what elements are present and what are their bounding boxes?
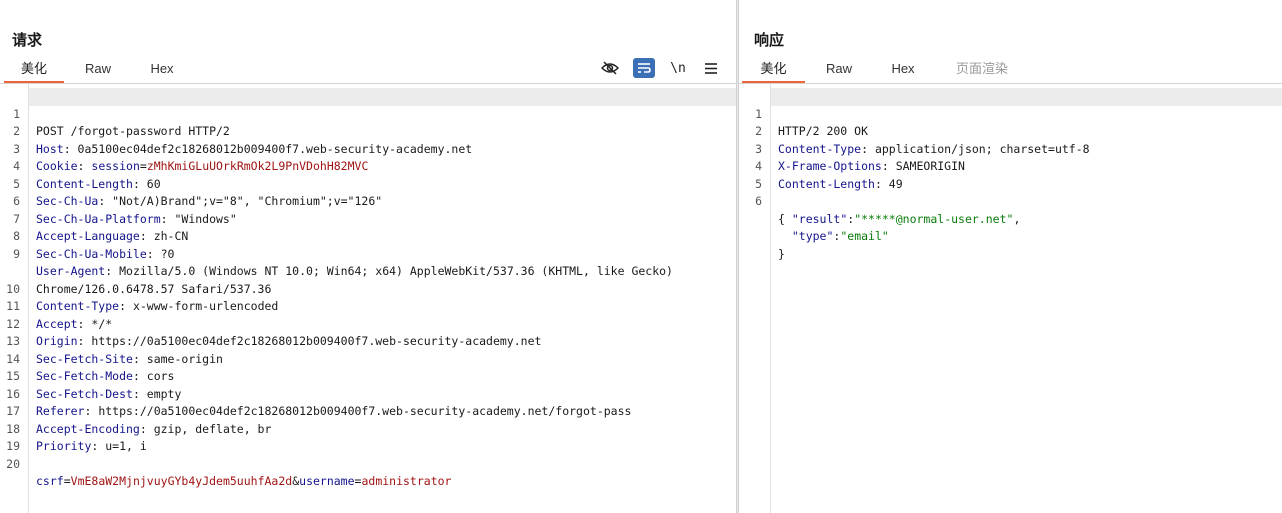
header-line: 2 Content-Type: application/json; charse… (755, 106, 1282, 156)
response-editor[interactable]: 1 HTTP/2 200 OK 2 Content-Type: applicat… (739, 84, 1282, 513)
header-line: 2 Host: 0a5100ec04def2c18268012b009400f7… (13, 106, 736, 156)
header-line: 12 Origin: https://0a5100ec04def2c182680… (6, 298, 736, 349)
request-code: 1 POST /forgot-password HTTP/2 2 Host: 0… (6, 88, 736, 489)
json-line: 6 { (755, 176, 1282, 226)
response-tabbar: 美化 Raw Hex 页面渲染 (739, 57, 1282, 84)
line-number: 9 (13, 246, 20, 261)
header-line: 9 User-Agent: Mozilla/5.0 (Windows NT 10… (13, 228, 736, 296)
response-tab-pretty[interactable]: 美化 (742, 57, 805, 83)
line-number: 18 (6, 421, 20, 436)
newline-label: \n (670, 60, 686, 76)
line-number: 4 (755, 159, 762, 173)
line-number: 14 (6, 351, 20, 366)
line-number: 1 (755, 106, 762, 121)
header-line: 16 Referer: https://0a5100ec04def2c18268… (6, 368, 736, 419)
header-line: 4 Content-Length: 60 (13, 141, 736, 191)
header-line: 5 Sec-Ch-Ua: "Not/A)Brand";v="8", "Chrom… (13, 158, 736, 209)
header-line: 3 Cookie: session=zMhKmiGLuUOrkRmOk2L9Pn… (13, 123, 736, 174)
header-line: 13 Sec-Fetch-Site: same-origin (6, 316, 736, 366)
json-line: } (771, 228, 1282, 261)
request-tab-pretty[interactable]: 美化 (4, 57, 64, 83)
line-number: 10 (6, 281, 20, 296)
status-line: 1 HTTP/2 200 OK (755, 88, 1282, 138)
line-number: 13 (6, 334, 20, 348)
word-wrap-icon[interactable] (633, 58, 655, 78)
line-number: 3 (755, 141, 762, 156)
line-number: 6 (13, 194, 20, 208)
response-title: 响应 (754, 31, 785, 49)
param-equals: = (63, 474, 71, 488)
line-number: 5 (755, 176, 762, 191)
response-code: 1 HTTP/2 200 OK 2 Content-Type: applicat… (755, 88, 1282, 261)
line-number: 3 (13, 141, 20, 156)
header-line: 11 Accept: */* (6, 281, 736, 331)
line-number: 20 (6, 456, 20, 471)
header-line: 4 Content-Length: 49 (755, 141, 1282, 191)
body-line: 20 csrf=VmE8aW2MjnjvuyGYb4yJdem5uuhfAa2d… (6, 438, 736, 489)
line-number: 4 (13, 159, 20, 173)
blank-line: 19 (6, 421, 736, 453)
header-line: 3 X-Frame-Options: SAMEORIGIN (755, 123, 1282, 174)
response-tab-raw[interactable]: Raw (811, 57, 867, 81)
newline-toggle[interactable]: \n (667, 58, 689, 78)
request-line: 1 POST /forgot-password HTTP/2 (13, 88, 736, 138)
param-value: VmE8aW2MjnjvuyGYb4yJdem5uuhfAa2d (70, 474, 293, 488)
response-tab-hex[interactable]: Hex (875, 57, 931, 81)
response-pane: 响应 美化 Raw Hex 页面渲染 1 HTTP/2 200 OK 2 Con… (739, 0, 1282, 513)
response-tab-render[interactable]: 页面渲染 (945, 57, 1019, 81)
request-editor[interactable]: 1 POST /forgot-password HTTP/2 2 Host: 0… (0, 84, 736, 513)
request-tab-hex[interactable]: Hex (134, 57, 190, 81)
line-number: 19 (6, 439, 20, 453)
header-line: 6 Sec-Ch-Ua-Platform: "Windows" (13, 176, 736, 226)
request-tab-raw[interactable]: Raw (70, 57, 126, 81)
request-pane: 请求 美化 Raw Hex \n 1 POST /forgot-password… (0, 0, 736, 513)
header-line: 18 Priority: u=1, i (6, 403, 736, 454)
json-line: "type":"email" (771, 211, 1282, 243)
line-number: 15 (6, 369, 20, 383)
line-number: 17 (6, 404, 20, 418)
param-value: administrator (361, 474, 452, 488)
request-tabbar: 美化 Raw Hex (0, 57, 736, 84)
line-number: 8 (13, 229, 20, 243)
param-key: csrf (36, 474, 64, 488)
header-line: 8 Sec-Ch-Ua-Mobile: ?0 (13, 211, 736, 261)
hide-eye-icon[interactable] (599, 58, 621, 78)
header-line: 7 Accept-Language: zh-CN (13, 193, 736, 244)
json-line: "result":"*****@normal-user.net", (771, 193, 1282, 226)
menu-icon[interactable] (700, 58, 722, 78)
line-number: 2 (755, 124, 762, 138)
line-number: 5 (13, 176, 20, 191)
line-number: 7 (13, 211, 20, 226)
line-number: 12 (6, 316, 20, 331)
line-number: 2 (13, 124, 20, 138)
line-number: 6 (755, 194, 762, 208)
json-brace: } (778, 246, 785, 261)
header-line: 17 Accept-Encoding: gzip, deflate, br (6, 386, 736, 436)
header-line: 10 Content-Type: x-www-form-urlencoded (6, 263, 736, 314)
line-number: 16 (6, 386, 20, 401)
header-line: 15 Sec-Fetch-Dest: empty (6, 351, 736, 401)
line-number: 11 (6, 299, 20, 313)
blank-line: 5 (755, 158, 1282, 191)
header-line: 14 Sec-Fetch-Mode: cors (6, 333, 736, 384)
request-title: 请求 (12, 31, 43, 49)
line-number: 1 (13, 106, 20, 121)
param-key: username (299, 474, 355, 488)
